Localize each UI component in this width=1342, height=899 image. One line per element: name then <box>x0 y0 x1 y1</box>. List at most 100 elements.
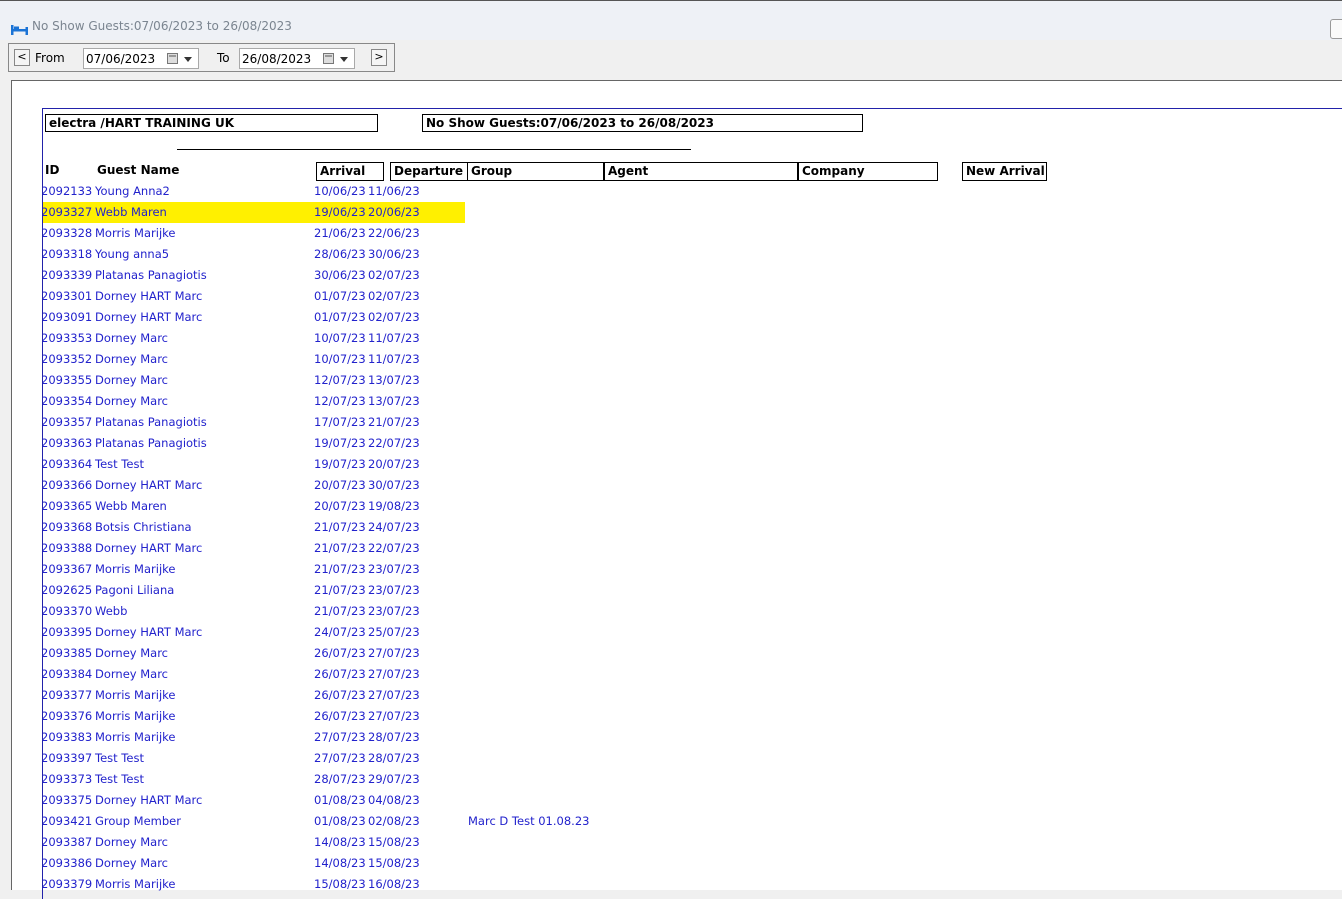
guest-id-cell: 2093397 <box>42 751 93 765</box>
chevron-down-icon[interactable] <box>340 57 348 62</box>
guest-id-cell: 2093366 <box>42 478 93 492</box>
guest-id-cell: 2093395 <box>42 625 93 639</box>
arrival-date-cell: 28/06/23 <box>314 247 366 261</box>
guest-name-cell: Dorney Marc <box>95 394 169 408</box>
arrival-date-cell: 10/06/23 <box>314 184 366 198</box>
guest-id-cell: 2093318 <box>42 247 93 261</box>
guest-id-cell: 2093383 <box>42 730 93 744</box>
column-header-group: Group <box>467 162 604 181</box>
calendar-icon[interactable] <box>323 53 334 64</box>
guest-id-cell: 2093373 <box>42 772 93 786</box>
table-row[interactable]: 2093397 Test Test 27/07/23 28/07/23 <box>43 748 483 769</box>
guest-name-cell: Dorney HART Marc <box>95 310 203 324</box>
table-row[interactable]: 2093383 Morris Marijke 27/07/23 28/07/23 <box>43 727 483 748</box>
table-row[interactable]: 2093091 Dorney HART Marc 01/07/23 02/07/23 <box>43 307 483 328</box>
to-date-picker[interactable]: 26/08/2023 <box>239 48 355 69</box>
departure-date-cell: 23/07/23 <box>368 562 420 576</box>
table-row[interactable]: 2093386 Dorney Marc 14/08/23 15/08/23 <box>43 853 483 874</box>
departure-date-cell: 20/07/23 <box>368 457 420 471</box>
guest-id-cell: 2093376 <box>42 709 93 723</box>
guest-name-cell: Young anna5 <box>95 247 170 261</box>
guest-id-cell: 2093370 <box>42 604 93 618</box>
table-row[interactable]: 2093355 Dorney Marc 12/07/23 13/07/23 <box>43 370 483 391</box>
table-row[interactable]: 2093353 Dorney Marc 10/07/23 11/07/23 <box>43 328 483 349</box>
guest-name-cell: Morris Marijke <box>95 709 176 723</box>
table-row[interactable]: 2093364 Test Test 19/07/23 20/07/23 <box>43 454 483 475</box>
table-row[interactable]: 2093363 Platanas Panagiotis 19/07/23 22/07/… <box>43 433 483 454</box>
departure-date-cell: 11/07/23 <box>368 331 420 345</box>
bed-icon <box>11 20 28 39</box>
previous-period-button[interactable]: < <box>14 49 30 66</box>
window-control-button[interactable] <box>1330 19 1342 39</box>
table-row[interactable]: 2093376 Morris Marijke 26/07/23 27/07/23 <box>43 706 483 727</box>
guest-id-cell: 2093377 <box>42 688 93 702</box>
table-row[interactable]: 2093352 Dorney Marc 10/07/23 11/07/23 <box>43 349 483 370</box>
table-row[interactable]: 2093367 Morris Marijke 21/07/23 23/07/23 <box>43 559 483 580</box>
departure-date-cell: 13/07/23 <box>368 394 420 408</box>
report-title: No Show Guests:07/06/2023 to 26/08/2023 <box>422 114 863 132</box>
guest-name-cell: Dorney HART Marc <box>95 541 203 555</box>
guest-id-cell: 2093301 <box>42 289 93 303</box>
arrival-date-cell: 26/07/23 <box>314 688 366 702</box>
departure-date-cell: 27/07/23 <box>368 646 420 660</box>
table-row[interactable]: 2092625 Pagoni Liliana 21/07/23 23/07/23 <box>43 580 483 601</box>
table-row[interactable]: 2093384 Dorney Marc 26/07/23 27/07/23 <box>43 664 483 685</box>
departure-date-cell: 27/07/23 <box>368 667 420 681</box>
table-row[interactable]: 2093421 Group Member 01/08/23 02/08/23 Marc … <box>42 811 589 832</box>
guest-id-cell: 2093367 <box>42 562 93 576</box>
table-row[interactable]: 2093387 Dorney Marc 14/08/23 15/08/23 <box>43 832 483 853</box>
table-row[interactable]: 2093368 Botsis Christiana 21/07/23 24/07/23 <box>43 517 483 538</box>
table-row[interactable]: 2093327 Webb Maren 19/06/23 20/06/23 <box>42 202 465 223</box>
departure-date-cell: 11/06/23 <box>368 184 420 198</box>
table-row[interactable]: 2093385 Dorney Marc 26/07/23 27/07/23 <box>43 643 483 664</box>
table-row[interactable]: 2093328 Morris Marijke 21/06/23 22/06/23 <box>43 223 483 244</box>
from-date-picker[interactable]: 07/06/2023 <box>83 48 199 69</box>
guest-id-cell: 2093355 <box>42 373 93 387</box>
arrival-date-cell: 20/07/23 <box>314 478 366 492</box>
table-row[interactable]: 2093377 Morris Marijke 26/07/23 27/07/23 <box>43 685 483 706</box>
chevron-down-icon[interactable] <box>184 57 192 62</box>
departure-date-cell: 29/07/23 <box>368 772 420 786</box>
guest-id-cell: 2093421 <box>42 814 93 828</box>
column-header-company: Company <box>798 162 938 181</box>
arrival-date-cell: 19/07/23 <box>314 436 366 450</box>
date-range-toolbar: < From 07/06/2023 To 26/08/2023 > <box>8 43 395 72</box>
table-row[interactable]: 2092133 Young Anna2 10/06/23 11/06/23 <box>43 181 483 202</box>
arrival-date-cell: 01/08/23 <box>314 814 366 828</box>
guest-name-cell: Pagoni Liliana <box>95 583 175 597</box>
table-row[interactable]: 2093318 Young anna5 28/06/23 30/06/23 <box>43 244 483 265</box>
guest-id-cell: 2093379 <box>42 877 93 891</box>
calendar-icon[interactable] <box>167 53 178 64</box>
guest-name-cell: Dorney HART Marc <box>95 478 203 492</box>
table-row[interactable]: 2093354 Dorney Marc 12/07/23 13/07/23 <box>43 391 483 412</box>
report-viewer[interactable]: electra /HART TRAINING UK No Show Guests… <box>11 80 1342 899</box>
arrival-date-cell: 15/08/23 <box>314 877 366 891</box>
departure-date-cell: 28/07/23 <box>368 751 420 765</box>
departure-date-cell: 16/08/23 <box>368 877 420 891</box>
guest-id-cell: 2092133 <box>42 184 93 198</box>
guest-id-cell: 2093327 <box>42 205 93 219</box>
arrival-date-cell: 14/08/23 <box>314 856 366 870</box>
table-row[interactable]: 2093357 Platanas Panagiotis 17/07/23 21/07/… <box>43 412 483 433</box>
arrival-date-cell: 01/08/23 <box>314 793 366 807</box>
arrival-date-cell: 20/07/23 <box>314 499 366 513</box>
table-row[interactable]: 2093339 Platanas Panagiotis 30/06/23 02/07/… <box>43 265 483 286</box>
table-row[interactable]: 2093395 Dorney HART Marc 24/07/23 25/07/23 <box>43 622 483 643</box>
table-row[interactable]: 2093301 Dorney HART Marc 01/07/23 02/07/23 <box>43 286 483 307</box>
arrival-date-cell: 21/07/23 <box>314 583 366 597</box>
table-row[interactable]: 2093375 Dorney HART Marc 01/08/23 04/08/23 <box>43 790 483 811</box>
arrival-date-cell: 14/08/23 <box>314 835 366 849</box>
table-row[interactable]: 2093366 Dorney HART Marc 20/07/23 30/07/23 <box>43 475 483 496</box>
guest-name-cell: Dorney HART Marc <box>95 625 203 639</box>
table-row[interactable]: 2093373 Test Test 28/07/23 29/07/23 <box>43 769 483 790</box>
table-row[interactable]: 2093388 Dorney HART Marc 21/07/23 22/07/23 <box>43 538 483 559</box>
departure-date-cell: 21/07/23 <box>368 415 420 429</box>
table-row[interactable]: 2093379 Morris Marijke 15/08/23 16/08/23 <box>43 874 483 895</box>
next-period-button[interactable]: > <box>371 49 387 66</box>
table-row[interactable]: 2093365 Webb Maren 20/07/23 19/08/23 <box>43 496 483 517</box>
from-date-value[interactable]: 07/06/2023 <box>86 52 155 66</box>
to-date-value[interactable]: 26/08/2023 <box>242 52 311 66</box>
table-row[interactable]: 2093370 Webb 21/07/23 23/07/23 <box>43 601 483 622</box>
window-titlebar: No Show Guests:07/06/2023 to 26/08/2023 <box>0 0 1342 40</box>
column-header-guest-name: Guest Name <box>97 163 180 177</box>
